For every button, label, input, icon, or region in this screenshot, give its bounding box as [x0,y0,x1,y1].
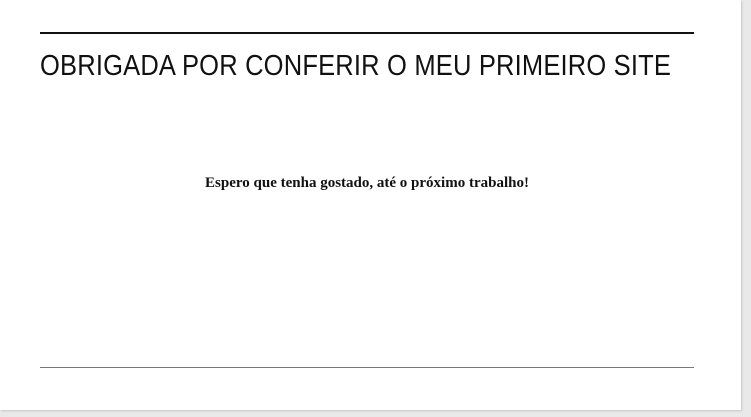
top-divider [40,32,694,34]
page-title: OBRIGADA POR CONFERIR O MEU PRIMEIRO SIT… [40,50,672,82]
bottom-divider [40,367,694,368]
thank-you-message: Espero que tenha gostado, até o próximo … [205,175,529,191]
page-viewport: OBRIGADA POR CONFERIR O MEU PRIMEIRO SIT… [0,0,741,410]
